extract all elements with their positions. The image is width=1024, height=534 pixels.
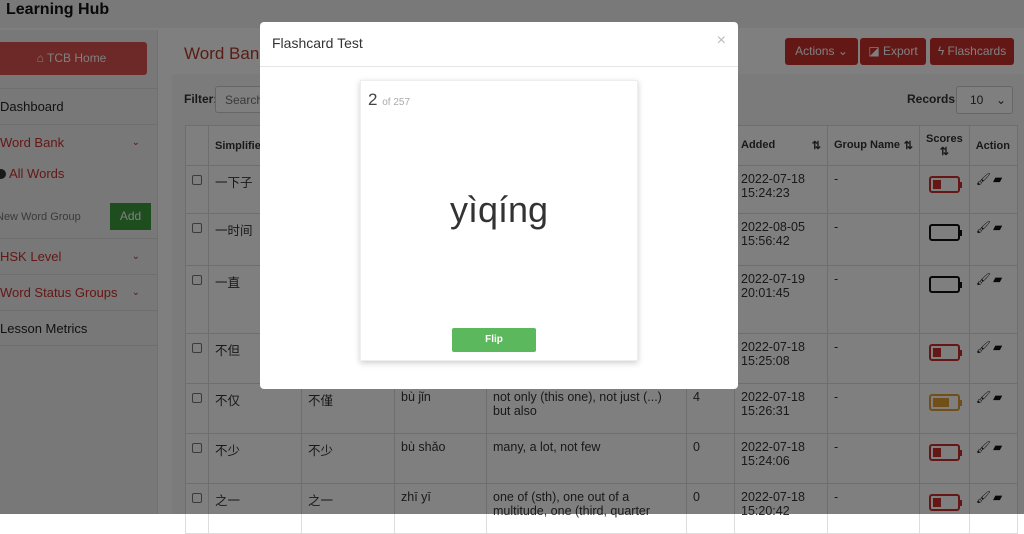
modal-title: Flashcard Test [272, 35, 363, 51]
close-icon[interactable]: × [717, 32, 726, 50]
card-index: 2 [368, 90, 378, 109]
flashcard-modal: Flashcard Test × 2 of 257 yìqíng Flip [260, 22, 738, 389]
flip-button[interactable]: Flip [452, 328, 536, 352]
modal-header: Flashcard Test × [260, 22, 738, 67]
flashcard-word: yìqíng [449, 189, 549, 230]
card-counter: 2 of 257 [368, 90, 410, 110]
card-total: of 257 [382, 97, 411, 108]
flashcard: 2 of 257 yìqíng Flip [360, 80, 638, 361]
